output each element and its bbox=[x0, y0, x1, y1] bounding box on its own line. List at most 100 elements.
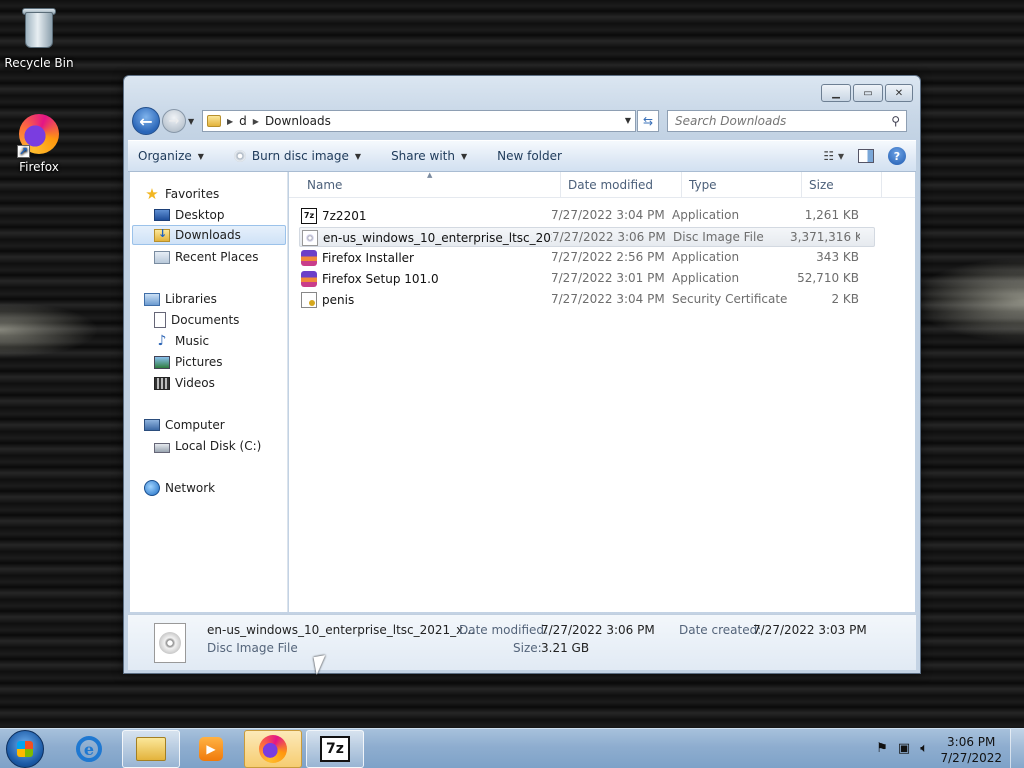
refresh-button[interactable]: ⇆ bbox=[637, 110, 659, 132]
organize-button[interactable]: Organize ▼ bbox=[138, 149, 204, 163]
address-dropdown-icon[interactable]: ▼ bbox=[625, 116, 631, 125]
burn-disc-image-button[interactable]: Burn disc image ▼ bbox=[233, 149, 362, 163]
file-row[interactable]: Firefox Setup 101.0 7/27/2022 3:01 PM Ap… bbox=[299, 269, 875, 289]
close-button[interactable]: ✕ bbox=[885, 84, 913, 102]
minimize-button[interactable]: ▁ bbox=[821, 84, 851, 102]
help-icon[interactable]: ? bbox=[888, 147, 906, 165]
nav-documents[interactable]: Documents bbox=[154, 310, 239, 330]
refresh-icon: ⇆ bbox=[642, 114, 654, 128]
file-row[interactable]: 7z 7z2201 7/27/2022 3:04 PM Application 1… bbox=[299, 206, 875, 226]
action-center-flag-icon[interactable]: ⚑ bbox=[876, 741, 888, 756]
disc-icon bbox=[233, 150, 246, 162]
taskbar-windows-explorer[interactable] bbox=[122, 730, 180, 768]
nav-network[interactable]: Network bbox=[144, 478, 215, 498]
back-arrow-icon: ← bbox=[139, 111, 153, 131]
desktop-icon-firefox[interactable]: ↗ Firefox bbox=[1, 112, 77, 174]
nav-label: Documents bbox=[171, 313, 240, 327]
column-header-size[interactable]: Size bbox=[802, 172, 882, 198]
nav-local-disk[interactable]: Local Disk (C:) bbox=[154, 436, 261, 456]
taskbar-internet-explorer[interactable]: e bbox=[60, 730, 118, 768]
new-folder-label: New folder bbox=[497, 149, 562, 163]
nav-videos[interactable]: Videos bbox=[154, 373, 215, 393]
firefox-icon: ↗ bbox=[17, 112, 61, 158]
search-input[interactable] bbox=[675, 114, 875, 128]
show-desktop-button[interactable] bbox=[1010, 729, 1024, 768]
command-bar: Organize ▼ Burn disc image ▼ Share with ▼ N… bbox=[128, 140, 916, 172]
back-button[interactable]: ← bbox=[132, 107, 160, 135]
share-label: Share with bbox=[391, 149, 455, 163]
libraries-icon bbox=[144, 292, 160, 306]
nav-libraries[interactable]: Libraries bbox=[144, 289, 217, 309]
nav-pictures[interactable]: Pictures bbox=[154, 352, 223, 372]
nav-recent-places[interactable]: Recent Places bbox=[154, 247, 258, 267]
nav-desktop[interactable]: Desktop bbox=[154, 205, 225, 225]
file-date: 7/27/2022 2:56 PM bbox=[551, 250, 665, 264]
search-icon[interactable]: ⚲ bbox=[891, 114, 900, 128]
nav-music[interactable]: ♪ Music bbox=[154, 331, 210, 351]
breadcrumb-arrow-icon[interactable]: ▶ bbox=[253, 117, 259, 126]
file-name: Firefox Installer bbox=[322, 251, 414, 265]
column-header-date-modified[interactable]: Date modified bbox=[561, 172, 682, 198]
breadcrumb-arrow-icon[interactable]: ▶ bbox=[227, 117, 233, 126]
recent-pages-dropdown[interactable]: ▼ bbox=[188, 117, 198, 126]
chevron-down-icon: ▼ bbox=[354, 151, 362, 161]
recycle-bin-icon bbox=[17, 8, 61, 52]
desktop-icon-recycle-bin[interactable]: Recycle Bin bbox=[1, 8, 77, 70]
file-row[interactable]: Firefox Installer 7/27/2022 2:56 PM Appl… bbox=[299, 248, 875, 268]
new-folder-button[interactable]: New folder bbox=[497, 149, 562, 163]
start-button[interactable] bbox=[6, 730, 44, 768]
details-size-label: Size: bbox=[513, 641, 542, 655]
internet-explorer-icon: e bbox=[76, 736, 102, 762]
file-date: 7/27/2022 3:01 PM bbox=[551, 271, 665, 285]
desktop-icon-label: Firefox bbox=[19, 160, 59, 174]
chevron-down-icon: ▼ bbox=[460, 151, 468, 161]
file-name: en-us_windows_10_enterprise_ltsc_2021_..… bbox=[323, 231, 552, 245]
column-header-name[interactable]: Name bbox=[300, 172, 561, 198]
taskbar-firefox[interactable] bbox=[244, 730, 302, 768]
column-header-type[interactable]: Type bbox=[682, 172, 802, 198]
share-with-button[interactable]: Share with ▼ bbox=[391, 149, 467, 163]
firefox-icon bbox=[259, 735, 287, 763]
navigation-pane: ★ Favorites Desktop Downloads Recent Plac… bbox=[130, 172, 288, 612]
file-name: 7z2201 bbox=[322, 209, 367, 223]
pictures-icon bbox=[154, 355, 170, 369]
file-date: 7/27/2022 3:06 PM bbox=[552, 230, 666, 244]
file-size: 52,710 KB bbox=[797, 271, 859, 285]
recent-places-icon bbox=[154, 250, 170, 264]
nav-favorites[interactable]: ★ Favorites bbox=[144, 184, 219, 204]
taskbar-7zip[interactable]: 7z bbox=[306, 730, 364, 768]
forward-button[interactable]: → bbox=[162, 109, 186, 133]
file-type: Application bbox=[672, 208, 740, 222]
nav-downloads[interactable]: Downloads bbox=[132, 225, 286, 245]
file-row[interactable]: en-us_windows_10_enterprise_ltsc_2021_..… bbox=[299, 227, 875, 247]
column-headers: ▲ Name Date modified Type Size bbox=[289, 171, 915, 198]
nav-computer[interactable]: Computer bbox=[144, 415, 225, 435]
close-icon: ✕ bbox=[894, 87, 904, 99]
address-row: ← → ▼ ▶ d ▶ Downloads ▼ ⇆ ⚲ bbox=[132, 107, 912, 135]
address-bar[interactable]: ▶ d ▶ Downloads ▼ bbox=[202, 110, 636, 132]
search-box[interactable]: ⚲ bbox=[667, 110, 907, 132]
volume-icon[interactable]: 🔈︎ bbox=[920, 741, 928, 756]
clock-time: 3:06 PM bbox=[947, 735, 996, 749]
network-status-icon[interactable]: ▣ bbox=[898, 741, 910, 756]
file-type: Application bbox=[672, 271, 740, 285]
taskbar-media-player[interactable]: ▶ bbox=[182, 730, 240, 768]
firefox-installer-icon bbox=[301, 271, 317, 287]
network-icon bbox=[144, 480, 160, 496]
caption-buttons: ▁ ▭ ✕ bbox=[821, 84, 913, 102]
star-icon: ★ bbox=[145, 185, 159, 203]
clock[interactable]: 3:06 PM 7/27/2022 bbox=[940, 734, 1002, 766]
nav-label: Desktop bbox=[175, 208, 225, 222]
file-date: 7/27/2022 3:04 PM bbox=[551, 208, 665, 222]
videos-icon bbox=[154, 376, 170, 390]
file-row[interactable]: penis 7/27/2022 3:04 PM Security Certifi… bbox=[299, 290, 875, 310]
breadcrumb-downloads[interactable]: Downloads bbox=[265, 114, 331, 128]
shortcut-arrow-icon: ↗ bbox=[17, 145, 30, 158]
explorer-window: ▁ ▭ ✕ ← → ▼ ▶ d ▶ Downloads ▼ ⇆ ⚲ Organi… bbox=[123, 75, 921, 674]
maximize-button[interactable]: ▭ bbox=[853, 84, 883, 102]
clock-date: 7/27/2022 bbox=[940, 751, 1002, 765]
breadcrumb-d[interactable]: d bbox=[239, 114, 247, 128]
preview-pane-icon[interactable] bbox=[858, 149, 874, 163]
nav-label: Network bbox=[165, 481, 216, 495]
change-view-icon[interactable]: ☷ ▾ bbox=[823, 149, 844, 163]
